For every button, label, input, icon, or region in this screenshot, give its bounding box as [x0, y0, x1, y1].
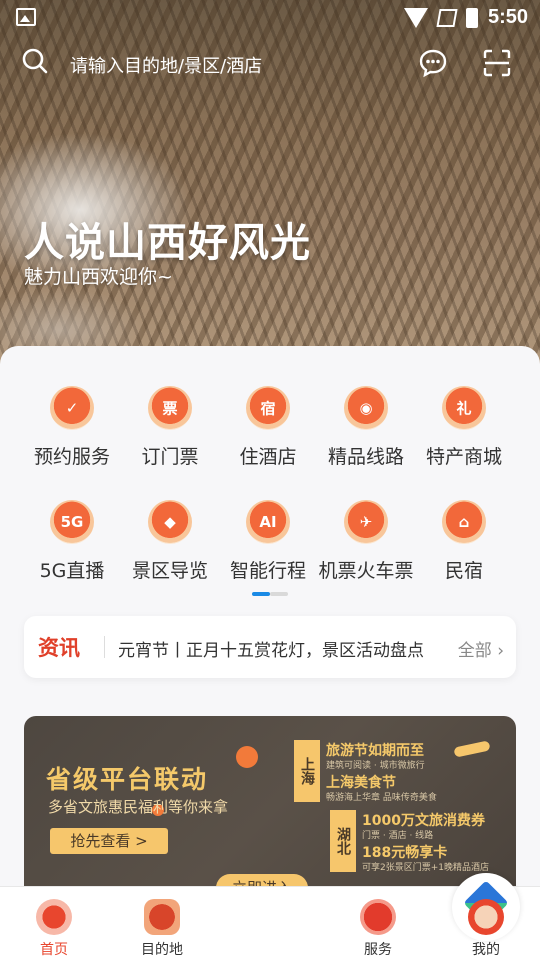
- hotel-icon: 宿: [246, 386, 290, 430]
- hero-banner[interactable]: 5:50 请输入目的地/景区/酒店 人说山西好风光 魅力山西欢迎你~: [0, 0, 540, 380]
- banner-view-button[interactable]: 抢先查看 >: [50, 828, 168, 854]
- gift-icon: 礼: [442, 386, 486, 430]
- tab-label: 服务: [364, 942, 392, 958]
- card-subline: 畅游海上华章 品味传奇美食: [326, 793, 437, 803]
- train-icon: ✈: [344, 500, 388, 544]
- wifi-icon: [403, 7, 428, 28]
- smart-trip-icon: AI: [246, 500, 290, 544]
- grid-item-label: 订门票: [141, 446, 199, 468]
- banner-title: 省级平台联动: [46, 765, 209, 794]
- tab-mine[interactable]: 我的: [432, 887, 540, 961]
- scan-icon[interactable]: [482, 48, 512, 78]
- card-subline: 建筑可阅读 · 城市微旅行: [326, 761, 425, 771]
- tab-destination[interactable]: 目的地: [108, 887, 216, 961]
- grid-item-label: 特产商城: [425, 446, 502, 468]
- lantern-icon: [360, 899, 396, 935]
- message-icon[interactable]: [418, 48, 448, 78]
- main-panel: ✓ 预约服务 票 订门票 宿 住酒店 ◉ 精品线路 礼 特产商城 5G 5G直播…: [0, 346, 540, 906]
- grid-item-homestay[interactable]: ⌂ 民宿: [410, 500, 518, 583]
- hero-title: 人说山西好风光: [24, 220, 311, 266]
- card-region-label: 上海: [294, 740, 320, 802]
- status-bar: 5:50: [0, 0, 540, 36]
- tab-label: 首页: [40, 942, 68, 958]
- tab-label: 目的地: [141, 942, 183, 958]
- news-tag: 资讯: [38, 635, 80, 660]
- grid-item-label: 景区导览: [131, 560, 208, 582]
- grid-item-label: 机票火车票: [318, 560, 414, 582]
- hero-subtitle: 魅力山西欢迎你~: [24, 266, 173, 288]
- grid-item-tickets[interactable]: 票 订门票: [116, 386, 224, 469]
- news-ticker[interactable]: 资讯 元宵节丨正月十五赏花灯，景区活动盘点 全部 ›: [24, 616, 516, 678]
- card-line: 1000万文旅消费券: [362, 813, 485, 829]
- grid-item-5g-live[interactable]: 5G 5G直播: [18, 500, 126, 583]
- news-headline[interactable]: 元宵节丨正月十五赏花灯，景区活动盘点: [118, 636, 446, 661]
- chevron-right-icon: ›: [497, 641, 504, 661]
- shanghai-promo-card: 上海 旅游节如期而至 建筑可阅读 · 城市微旅行 上海美食节 畅游海上华章 品味…: [294, 740, 444, 803]
- image-notification-icon: [16, 8, 36, 26]
- grid-item-label: 智能行程: [229, 560, 306, 582]
- grid-item-routes[interactable]: ◉ 精品线路: [312, 386, 420, 469]
- grid-item-label: 民宿: [444, 560, 483, 582]
- page-indicator-active: [252, 592, 270, 596]
- grid-item-hotel[interactable]: 宿 住酒店: [214, 386, 322, 469]
- 5g-icon: 5G: [50, 500, 94, 544]
- grid-item-booking-service[interactable]: ✓ 预约服务: [18, 386, 126, 469]
- promo-banner[interactable]: 省级平台联动 多省文旅惠民福利等你来拿 抢先查看 > 上海 旅游节如期而至 建筑…: [24, 716, 516, 906]
- homestay-icon: ⌂: [442, 500, 486, 544]
- airplane-icon: [453, 740, 491, 758]
- status-time: 5:50: [487, 6, 528, 28]
- news-all-label: 全部: [457, 641, 492, 661]
- sun-decoration: [236, 746, 258, 768]
- card-subline: 门票 · 酒店 · 线路: [362, 831, 434, 841]
- grid-item-flights-trains[interactable]: ✈ 机票火车票: [312, 500, 420, 583]
- tab-home[interactable]: 首页: [0, 887, 108, 961]
- search-bar[interactable]: 请输入目的地/景区/酒店: [22, 44, 522, 84]
- guide-icon: ◆: [148, 500, 192, 544]
- profile-icon: [468, 899, 504, 935]
- route-icon: ◉: [344, 386, 388, 430]
- card-subline: 可享2张景区门票+1晚精品酒店: [362, 863, 489, 873]
- grid-item-label: 5G直播: [39, 560, 105, 582]
- grid-item-label: 精品线路: [327, 446, 404, 468]
- grid-item-smart-trip[interactable]: AI 智能行程: [214, 500, 322, 583]
- grid-page-indicator: [252, 592, 288, 596]
- banner-subtitle: 多省文旅惠民福利等你来拿: [48, 798, 229, 816]
- hubei-promo-card: 湖北 1000万文旅消费券 门票 · 酒店 · 线路 188元畅享卡 可享2张景…: [330, 810, 500, 873]
- tab-service[interactable]: 服务: [324, 887, 432, 961]
- search-icon[interactable]: [22, 48, 48, 74]
- grid-item-scenic-guide[interactable]: ◆ 景区导览: [116, 500, 224, 583]
- card-line: 188元畅享卡: [362, 845, 448, 861]
- news-all-link[interactable]: 全部 ›: [458, 636, 504, 661]
- destination-icon: [144, 899, 180, 935]
- bottom-tab-bar: 首页 目的地 服务 我的: [0, 873, 540, 961]
- card-region-label: 湖北: [330, 810, 356, 872]
- no-signal-icon: [436, 8, 458, 27]
- page-indicator-inactive: [270, 592, 288, 596]
- tab-center[interactable]: [216, 873, 520, 961]
- card-line: 旅游节如期而至: [326, 743, 424, 759]
- home-icon: [36, 899, 72, 935]
- grid-item-specialty-mall[interactable]: 礼 特产商城: [410, 386, 518, 469]
- booking-service-icon: ✓: [50, 386, 94, 430]
- search-input[interactable]: 请输入目的地/景区/酒店: [70, 52, 262, 78]
- battery-icon: [465, 7, 478, 28]
- grid-item-label: 预约服务: [33, 446, 110, 468]
- card-line: 上海美食节: [326, 775, 396, 791]
- divider: [104, 636, 105, 658]
- tab-label: 我的: [472, 942, 500, 958]
- ticket-icon: 票: [148, 386, 192, 430]
- grid-item-label: 住酒店: [239, 446, 297, 468]
